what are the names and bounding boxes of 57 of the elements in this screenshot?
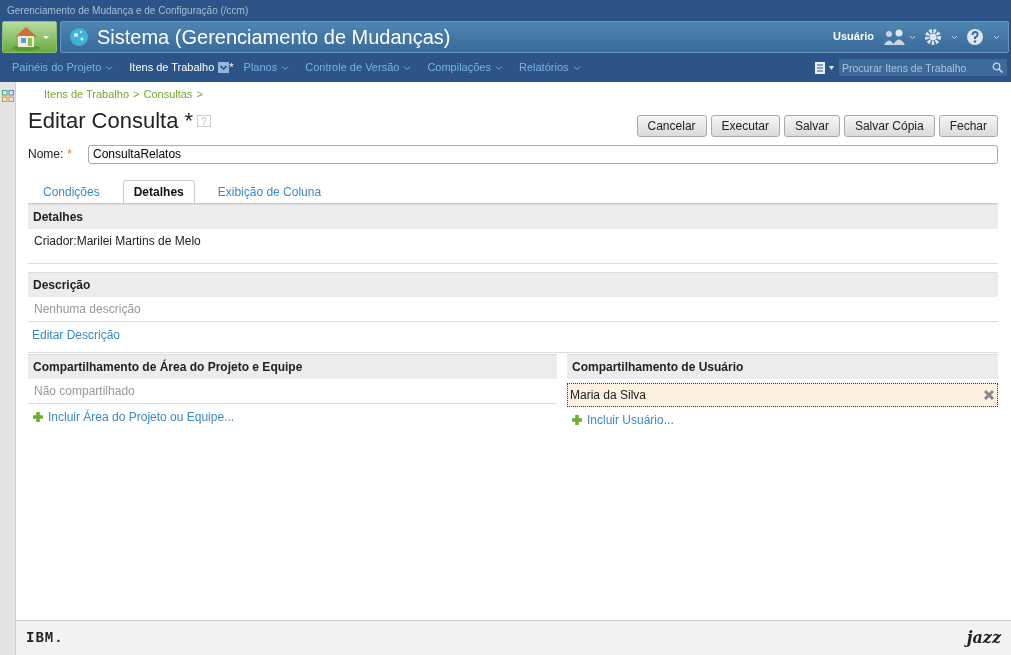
field-label: Nome: — [28, 146, 64, 163]
section-heading: Compartilhamento de Área do Projeto e Equipe — [28, 353, 557, 379]
breadcrumb-link[interactable]: Consultas — [143, 86, 193, 103]
tab[interactable]: Exibição de Coluna — [206, 179, 333, 203]
page-title: Editar Consulta * — [28, 108, 194, 135]
tab[interactable]: Detalhes — [122, 179, 195, 203]
settings-icon[interactable] — [924, 27, 958, 46]
caret-icon — [572, 64, 581, 71]
help-icon[interactable] — [966, 27, 1000, 46]
plus-icon — [571, 413, 583, 426]
toolbar-button[interactable]: Salvar — [783, 114, 840, 137]
caret-icon — [495, 64, 503, 71]
caret-icon — [403, 64, 412, 71]
toolbar-button[interactable]: Fechar — [938, 114, 998, 137]
logo-text: jazz — [966, 627, 1001, 649]
search-field[interactable]: Procurar Itens de Trabalho — [839, 59, 1007, 76]
app-title: Sistema (Gerenciamento de Mudanças) — [97, 24, 451, 50]
empty-text: Não compartilhado — [28, 378, 557, 404]
dropdown-icon — [218, 62, 230, 73]
section-heading: Compartilhamento de Usuário — [567, 353, 998, 379]
edit-description-link[interactable]: Editar Descrição — [32, 325, 121, 344]
toolbar-button[interactable]: Cancelar — [636, 114, 707, 137]
breadcrumb-link[interactable]: Itens de Trabalho — [44, 86, 129, 103]
home-button[interactable] — [2, 20, 57, 53]
section-heading: Descrição — [28, 271, 998, 297]
breadcrumb-separator: > — [133, 87, 140, 102]
breadcrumb-separator: > — [196, 87, 203, 102]
description-text: Nenhuma descrição — [28, 296, 998, 322]
close-icon[interactable] — [983, 388, 995, 401]
globe-icon — [69, 26, 89, 47]
search-icon[interactable] — [992, 61, 1003, 73]
toolbar-button[interactable]: Executar — [710, 114, 780, 137]
user-row[interactable]: Maria da Silva — [567, 382, 998, 407]
add-link[interactable]: Incluir Área do Projeto ou Equipe... — [48, 407, 235, 426]
plus-icon — [32, 410, 44, 423]
modified-mark: * — [229, 60, 234, 76]
nav-menu[interactable]: Planos — [235, 59, 298, 76]
required-mark: * — [67, 146, 72, 163]
tab[interactable]: Condições — [32, 179, 111, 203]
list-view-icon[interactable] — [815, 61, 835, 74]
nav-menu[interactable]: Painéis do Projeto — [4, 59, 122, 76]
logo-text: IBM. — [26, 628, 64, 648]
user-name: Usuário — [833, 29, 874, 45]
user-name: Maria da Silva — [570, 386, 648, 404]
section-heading: Detalhes — [28, 203, 998, 229]
people-icon[interactable] — [882, 27, 916, 46]
caret-icon — [281, 64, 290, 71]
grid-icon[interactable] — [1, 90, 14, 102]
name-field[interactable]: ConsultaRelatos — [88, 144, 998, 164]
nav-menu[interactable]: Compilações — [419, 59, 511, 76]
window-title: Gerenciamento de Mudança e de Configuração (/ccm) — [0, 0, 1011, 20]
nav-menu[interactable]: Relatórios — [511, 59, 589, 76]
add-link[interactable]: Incluir Usuário... — [587, 410, 674, 429]
toolbar-button[interactable]: Salvar Cópia — [843, 114, 935, 137]
creator-text: Criador:Marilei Martins de Melo — [28, 228, 998, 264]
caret-icon — [105, 64, 114, 71]
nav-menu[interactable]: Controle de Versão — [297, 59, 420, 76]
